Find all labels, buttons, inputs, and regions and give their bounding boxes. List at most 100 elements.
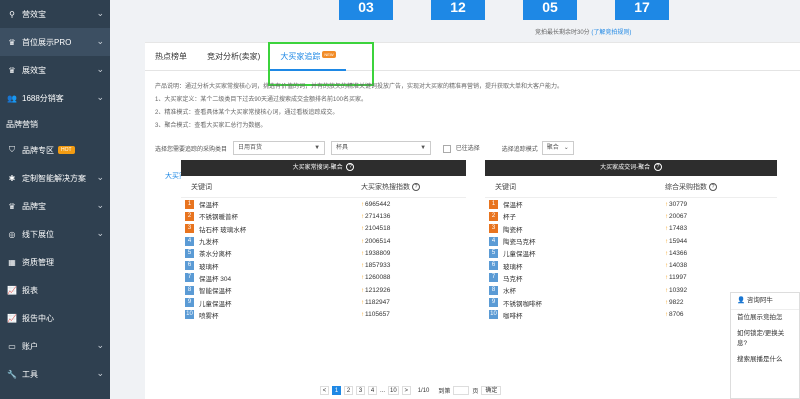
chevron-down-icon: ⌄ [563,145,569,151]
table-row[interactable]: 3 钻石杯 玻璃水杯 ↑2104518 [181,223,466,235]
chat-faq-item[interactable]: 首位展示竞拍怎 [731,310,799,326]
chat-widget[interactable]: 👤 咨询阿牛 首位展示竞拍怎 如何锁定/更换关 息? 搜索展播是什么 [730,292,800,399]
sidebar-item[interactable]: 📈 报告中心 [0,304,110,332]
table-row[interactable]: 2 杯子 ↑20067 [485,210,777,222]
value-cell: ↑10392 [665,287,687,294]
chat-faq-item[interactable]: 如何锁定/更换关 息? [731,326,799,352]
sidebar: ⚲ 营效宝 ⌄ ♛ 首位展示PRO ⌄ ♛ 展效宝 ⌄ 👥 1688分销客 ⌄ 品牌营销 ⛉ 品牌专区 HOT… [0,0,110,399]
page-button[interactable]: 4 [368,386,377,395]
history-checkbox-wrap[interactable]: 已往选择 [443,143,480,153]
arrow-up-icon: ↑ [665,201,668,208]
help-icon[interactable]: ? [412,182,420,191]
table-row[interactable]: 10 喷雾杯 ↑1105657 [181,309,466,321]
column-header-hot-index: 大买家热搜指数? [361,182,420,192]
table-row[interactable]: 7 马克杯 ↑11997 [485,272,777,284]
arrow-up-icon: ↑ [665,275,668,282]
rank-badge: 7 [489,273,498,283]
value-text: 17483 [669,225,688,233]
sidebar-item[interactable]: ▭ 账户 ⌄ [0,332,110,360]
sidebar-item-label: 品牌宝 [22,201,46,211]
sidebar-item[interactable]: ◎ 线下展位 ⌄ [0,220,110,248]
history-checkbox[interactable] [443,144,452,153]
chevron-down-icon[interactable]: ⌄ [96,36,104,47]
tab-hot-list[interactable]: 热点榜单 [145,43,197,71]
value-text: 6965442 [365,200,391,208]
chevron-down-icon[interactable]: ⌄ [96,200,104,211]
value-text: 2006514 [365,237,391,245]
sidebar-item[interactable]: ✱ 定制智能解决方案 ⌄ [0,164,110,192]
keyword-cell: 9 儿童保温杯 [181,298,361,308]
table-row[interactable]: 5 茶水分离杯 ↑1938809 [181,247,466,259]
mode-select-value: 聚合 [546,145,559,151]
sidebar-item[interactable]: 📈 报表 [0,276,110,304]
prev-page-button[interactable]: < [320,386,329,395]
table-row[interactable]: 7 保温杯 304 ↑1260088 [181,272,466,284]
rank-badge: 3 [489,224,498,234]
description-line: 3、聚合模式：查看大买家汇总行为数据。 [155,123,267,129]
table-row[interactable]: 2 不锈钢暖普杯 ↑2714136 [181,210,466,222]
sidebar-item[interactable]: ♛ 品牌宝 ⌄ [0,192,110,220]
value-cell: ↑20067 [665,213,687,220]
chevron-down-icon[interactable]: ⌄ [96,172,104,183]
chat-faq-text: 如何锁定/更换关 [737,330,785,337]
table-row[interactable]: 4 九发杯 ↑2006514 [181,235,466,247]
table-body: 1 保温杯 ↑6965442 2 不锈钢暖普杯 ↑2714136 3 钻石杯 玻璃水杯 ↑210… [181,198,466,321]
auction-rules-link[interactable]: (了解竞拍规则) [591,30,631,36]
page-button[interactable]: 2 [344,386,353,395]
table-row[interactable]: 9 儿童保温杯 ↑1182947 [181,296,466,308]
table-row[interactable]: 8 智能保温杯 ↑1212926 [181,284,466,296]
chevron-down-icon[interactable]: ⌄ [96,340,104,351]
arrow-up-icon: ↑ [361,213,364,220]
sidebar-item-label: 线下展位 [22,229,54,239]
chat-faq-item[interactable]: 搜索展播是什么 [731,352,799,368]
chevron-down-icon[interactable]: ⌄ [96,228,104,239]
arrow-up-icon: ↑ [361,312,364,319]
table-row[interactable]: 1 保温杯 ↑30779 [485,198,777,210]
sidebar-item[interactable]: ♛ 首位展示PRO ⌄ [0,28,110,56]
table-row[interactable]: 6 玻璃杯 ↑14038 [485,259,777,271]
value-text: 9822 [669,299,684,307]
sidebar-item[interactable]: 品牌营销 [0,112,110,136]
keyword-cell: 3 钻石杯 玻璃水杯 [181,224,361,234]
sidebar-item[interactable]: ▦ 资质管理 [0,248,110,276]
goto-page-input[interactable] [453,386,470,395]
chevron-down-icon[interactable]: ⌄ [96,92,104,103]
chevron-down-icon[interactable]: ⌄ [96,368,104,379]
table-row[interactable]: 5 儿童保温杯 ↑14366 [485,247,777,259]
sidebar-item[interactable]: ⛉ 品牌专区 HOT [0,136,110,164]
chart-icon: 📈 [7,313,17,323]
goto-confirm-button[interactable]: 确定 [481,386,502,395]
table-row[interactable]: 4 陶瓷马克杯 ↑15944 [485,235,777,247]
keyword-cell: 7 保温杯 304 [181,273,361,283]
sidebar-item-label: 1688分销客 [22,93,64,103]
page-button[interactable]: 3 [356,386,365,395]
table-row[interactable]: 1 保温杯 ↑6965442 [181,198,466,210]
table-row[interactable]: 3 陶瓷杯 ↑17483 [485,223,777,235]
keyword-cell: 7 马克杯 [485,273,665,283]
next-page-button[interactable]: > [401,386,411,395]
column-header-label: 综合采购指数 [665,183,707,191]
tab-competitor-analysis[interactable]: 竞对分析(卖家) [197,43,270,71]
column-header-purchase-index: 综合采购指数? [665,182,717,192]
sidebar-item-label: 品牌专区 [22,145,54,155]
value-text: 11997 [669,274,687,282]
category-select-2[interactable]: 杯具 ▼ [331,141,432,155]
help-icon[interactable]: ? [653,163,662,172]
keyword-text: 保温杯 [503,202,523,210]
page-button[interactable]: 10 [388,386,399,395]
chevron-down-icon[interactable]: ⌄ [96,64,104,75]
mode-select[interactable]: 聚合 ⌄ [541,141,574,155]
table-row[interactable]: 6 玻璃杯 ↑1857933 [181,259,466,271]
keyword-text: 智能保温杯 [199,288,232,296]
sidebar-item[interactable]: 👥 1688分销客 ⌄ [0,84,110,112]
chevron-down-icon[interactable]: ⌄ [96,8,104,19]
help-icon[interactable]: ? [709,182,717,191]
goto-label: 到第 [438,389,451,395]
help-icon[interactable]: ? [346,163,355,172]
page-button[interactable]: 1 [332,386,341,395]
sidebar-item[interactable]: ⚲ 营效宝 ⌄ [0,0,110,28]
arrow-up-icon: ↑ [361,201,364,208]
sidebar-item[interactable]: ♛ 展效宝 ⌄ [0,56,110,84]
category-select-1[interactable]: 日用百货 ▼ [233,141,326,155]
sidebar-item[interactable]: 🔧 工具 ⌄ [0,360,110,388]
